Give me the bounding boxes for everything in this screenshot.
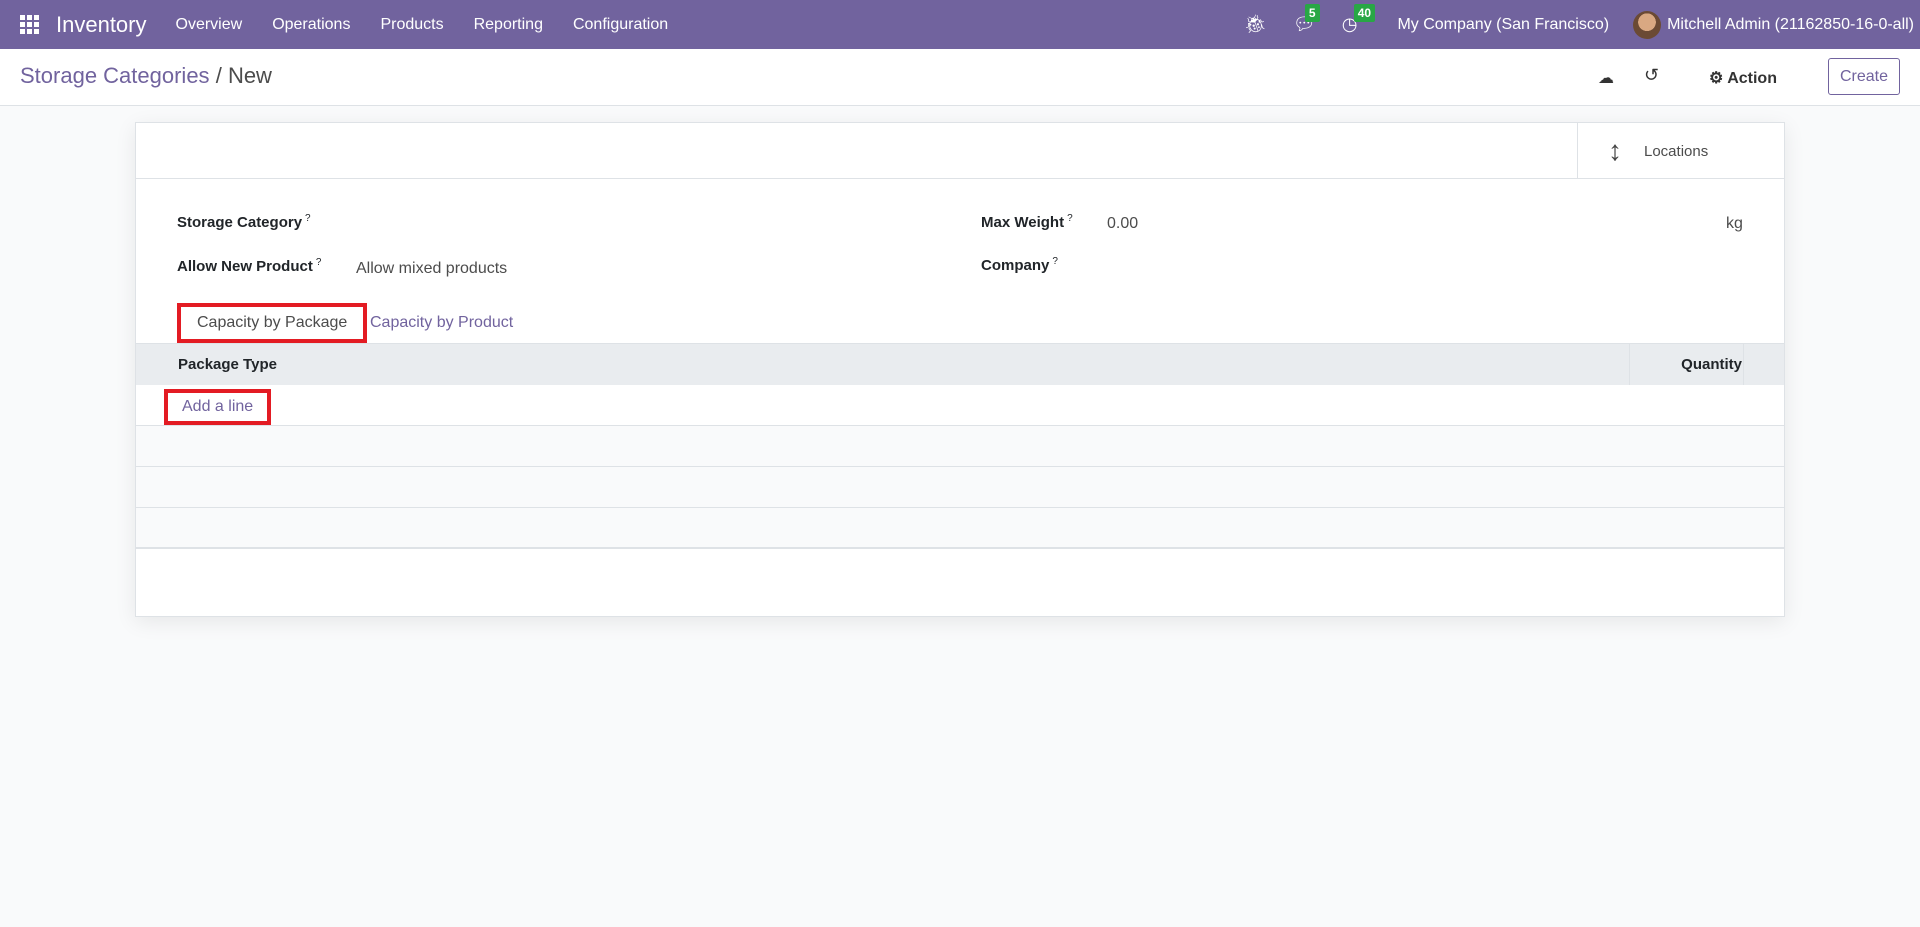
help-icon: ?: [305, 213, 311, 224]
menu-overview[interactable]: Overview: [176, 16, 243, 34]
gear-icon: ⚙: [1709, 70, 1724, 87]
help-icon: ?: [1052, 256, 1058, 267]
column-divider: [1629, 344, 1630, 386]
allow-new-product-select[interactable]: Allow mixed products: [356, 260, 507, 278]
table-row: [136, 508, 1784, 549]
app-name[interactable]: Inventory: [56, 12, 147, 38]
messages-badge: 5: [1304, 4, 1320, 22]
max-weight-unit: kg: [1726, 215, 1743, 232]
help-icon: ?: [315, 257, 322, 268]
debug-bug-icon[interactable]: 🐞︎: [1244, 14, 1267, 35]
save-cloud-icon[interactable]: ☁: [1598, 68, 1614, 88]
tab-capacity-by-package[interactable]: Capacity by Package: [177, 303, 368, 343]
table-row: [136, 426, 1784, 467]
breadcrumb-current: New: [227, 63, 272, 88]
table-row: Add a line: [136, 385, 1784, 426]
arrows-vertical-icon: ↕: [1608, 135, 1622, 166]
button-box: ↕ Locations: [136, 123, 1784, 179]
user-menu[interactable]: Mitchell Admin (21162850-16-0-all): [1667, 16, 1914, 34]
messages-icon[interactable]: 💬︎ 5: [1293, 4, 1320, 35]
column-quantity[interactable]: Quantity: [1681, 356, 1742, 373]
top-navbar: Inventory Overview Operations Products R…: [0, 0, 1920, 49]
table-header: Package Type Quantity: [136, 343, 1784, 386]
menu-reporting[interactable]: Reporting: [474, 16, 543, 34]
breadcrumb-separator: /: [215, 63, 222, 88]
menu-products[interactable]: Products: [380, 16, 443, 34]
activities-badge: 40: [1353, 4, 1376, 22]
activities-clock-icon[interactable]: ◷ 40: [1342, 4, 1376, 35]
column-package-type[interactable]: Package Type: [178, 356, 277, 373]
company-switcher[interactable]: My Company (San Francisco): [1397, 16, 1609, 34]
action-label: Action: [1727, 70, 1777, 87]
column-divider: [1743, 344, 1744, 386]
allow-new-product-label: Allow New Product?: [177, 257, 322, 275]
tab-capacity-by-product[interactable]: Capacity by Product: [354, 303, 529, 343]
locations-label: Locations: [1644, 142, 1709, 160]
action-button[interactable]: ⚙ Action: [1709, 68, 1777, 88]
breadcrumb-storage-categories[interactable]: Storage Categories: [20, 63, 210, 88]
add-a-line-link[interactable]: Add a line: [164, 389, 272, 425]
create-button[interactable]: Create: [1828, 58, 1900, 95]
table-row: [136, 467, 1784, 508]
max-weight-input[interactable]: 0.00: [1107, 215, 1138, 233]
help-icon: ?: [1067, 213, 1073, 224]
user-avatar[interactable]: [1633, 10, 1662, 39]
company-label: Company?: [981, 256, 1058, 274]
apps-menu-icon[interactable]: [20, 14, 40, 35]
form-sheet: ↕ Locations Storage Category? Allow New …: [135, 122, 1785, 617]
max-weight-label: Max Weight?: [981, 213, 1073, 231]
discard-undo-icon[interactable]: ↺: [1644, 65, 1659, 86]
storage-category-label: Storage Category?: [177, 213, 311, 231]
control-panel: Storage Categories / New ☁ ↺ ⚙ Action Cr…: [0, 49, 1920, 106]
breadcrumb: Storage Categories / New: [20, 63, 272, 89]
menu-configuration[interactable]: Configuration: [573, 16, 668, 34]
locations-smart-button[interactable]: ↕ Locations: [1577, 123, 1784, 179]
menu-operations[interactable]: Operations: [272, 16, 350, 34]
